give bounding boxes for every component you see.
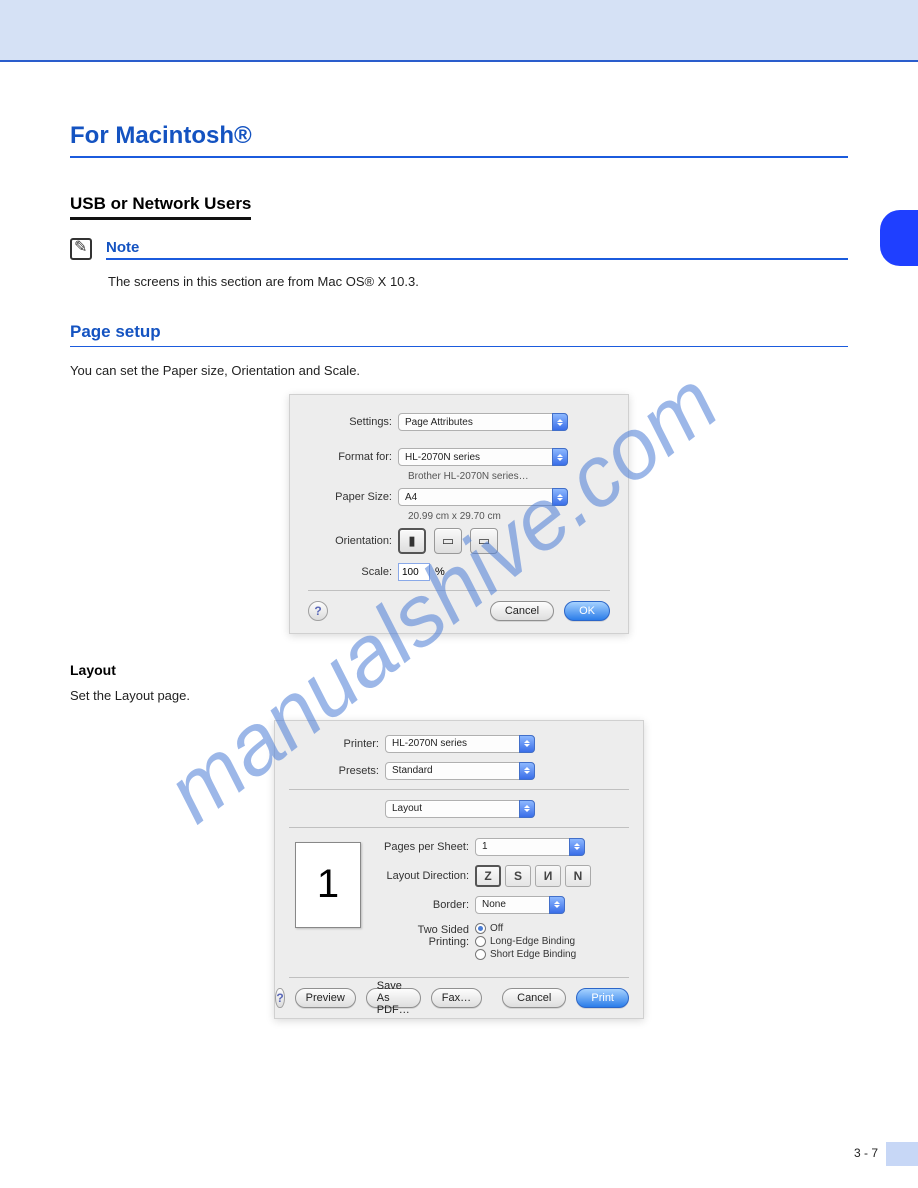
cancel-button[interactable]: Cancel: [502, 988, 566, 1008]
cancel-button[interactable]: Cancel: [490, 601, 554, 621]
radio-icon: [475, 923, 486, 934]
panel-value: Layout: [392, 803, 422, 814]
border-select[interactable]: None: [475, 896, 565, 914]
select-arrow-icon: [519, 762, 535, 780]
heading-page-setup: Page setup: [70, 322, 848, 347]
format-for-subtext: Brother HL-2070N series…: [408, 471, 610, 482]
settings-value: Page Attributes: [405, 417, 473, 428]
two-sided-long-radio[interactable]: Long-Edge Binding: [475, 936, 576, 947]
select-arrow-icon: [552, 488, 568, 506]
page-preview-wrap: 1: [289, 838, 361, 971]
landscape-left-icon: ▭: [442, 533, 454, 549]
heading-usb-network: USB or Network Users: [70, 194, 251, 220]
scale-percent: %: [435, 566, 445, 578]
format-for-select[interactable]: HL-2070N series: [398, 448, 568, 466]
settings-select[interactable]: Page Attributes: [398, 413, 568, 431]
page-setup-dialog: Settings: Page Attributes Format for: HL…: [289, 394, 629, 634]
pages-per-sheet-select[interactable]: 1: [475, 838, 585, 856]
note-body: The screens in this section are from Mac…: [108, 272, 848, 292]
format-for-label: Format for:: [308, 451, 398, 463]
orientation-portrait-button[interactable]: ▮: [398, 528, 426, 554]
radio-icon: [475, 936, 486, 947]
orientation-label: Orientation:: [308, 535, 398, 547]
page-corner-block: [886, 1142, 918, 1166]
page-preview: 1: [295, 842, 361, 928]
layout-body: Set the Layout page.: [70, 686, 848, 706]
paper-size-label: Paper Size:: [308, 491, 398, 503]
ok-button[interactable]: OK: [564, 601, 610, 621]
layout-direction-label: Layout Direction:: [375, 870, 475, 882]
select-arrow-icon: [549, 896, 565, 914]
note-row: Note: [70, 238, 848, 260]
printer-select[interactable]: HL-2070N series: [385, 735, 535, 753]
portrait-icon: ▮: [408, 533, 415, 549]
settings-label: Settings:: [308, 416, 398, 428]
select-arrow-icon: [552, 413, 568, 431]
help-button[interactable]: ?: [308, 601, 328, 621]
save-as-pdf-button[interactable]: Save As PDF…: [366, 988, 421, 1008]
presets-select[interactable]: Standard: [385, 762, 535, 780]
scale-label: Scale:: [308, 566, 398, 578]
layout-dir-2-button[interactable]: S: [505, 865, 531, 887]
panel-select[interactable]: Layout: [385, 800, 535, 818]
format-for-value: HL-2070N series: [405, 452, 480, 463]
radio-icon: [475, 949, 486, 960]
printer-value: HL-2070N series: [392, 738, 467, 749]
orientation-landscape-left-button[interactable]: ▭: [434, 528, 462, 554]
layout-dir-1-button[interactable]: Z: [475, 865, 501, 887]
pages-per-sheet-label: Pages per Sheet:: [375, 841, 475, 853]
fax-button[interactable]: Fax…: [431, 988, 482, 1008]
divider: [289, 977, 629, 978]
top-banner: [0, 0, 918, 62]
select-arrow-icon: [569, 838, 585, 856]
paper-size-subtext: 20.99 cm x 29.70 cm: [408, 511, 610, 522]
printer-label: Printer:: [289, 738, 385, 750]
border-label: Border:: [375, 899, 475, 911]
two-sided-off-radio[interactable]: Off: [475, 923, 576, 934]
divider: [308, 590, 610, 591]
preview-button[interactable]: Preview: [295, 988, 356, 1008]
orientation-landscape-right-button[interactable]: ▭: [470, 528, 498, 554]
note-icon: [70, 238, 92, 260]
presets-label: Presets:: [289, 765, 385, 777]
print-button[interactable]: Print: [576, 988, 629, 1008]
help-button[interactable]: ?: [275, 988, 284, 1008]
layout-bold-label: Layout: [70, 662, 848, 678]
layout-dir-3-button[interactable]: И: [535, 865, 561, 887]
select-arrow-icon: [519, 800, 535, 818]
landscape-right-icon: ▭: [478, 533, 490, 549]
page-content: For Macintosh® USB or Network Users Note…: [0, 122, 918, 1019]
side-tab: [880, 210, 918, 266]
scale-input[interactable]: 100: [398, 563, 430, 581]
paper-size-value: A4: [405, 492, 417, 503]
divider: [289, 827, 629, 828]
preview-number: 1: [317, 862, 339, 907]
select-arrow-icon: [519, 735, 535, 753]
note-label: Note: [106, 239, 848, 260]
presets-value: Standard: [392, 765, 433, 776]
two-sided-label: Two Sided Printing:: [375, 923, 475, 948]
heading-macintosh: For Macintosh®: [70, 122, 848, 158]
layout-dir-4-button[interactable]: N: [565, 865, 591, 887]
divider: [289, 789, 629, 790]
pages-per-sheet-value: 1: [482, 841, 488, 852]
print-dialog: Printer: HL-2070N series Presets: Standa…: [274, 720, 644, 1019]
paper-size-select[interactable]: A4: [398, 488, 568, 506]
two-sided-short-radio[interactable]: Short Edge Binding: [475, 949, 576, 960]
page-number: 3 - 7: [854, 1146, 878, 1160]
border-value: None: [482, 899, 506, 910]
body-page-setup: You can set the Paper size, Orientation …: [70, 361, 848, 381]
select-arrow-icon: [552, 448, 568, 466]
